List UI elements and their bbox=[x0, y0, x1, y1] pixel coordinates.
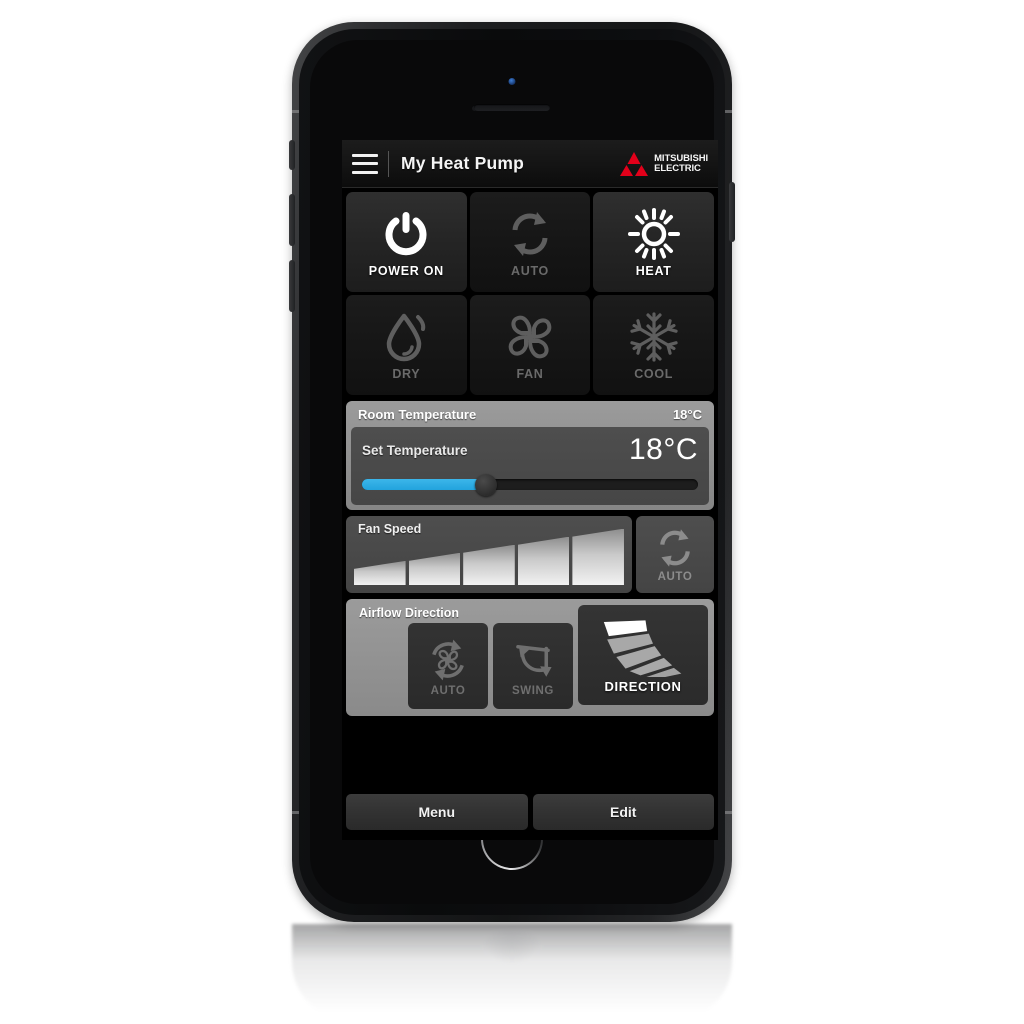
fan-speed-label: Fan Speed bbox=[358, 522, 422, 536]
auto-fan-cycle-icon bbox=[432, 639, 464, 680]
airflow-button-label: AUTO bbox=[430, 684, 466, 697]
app-screen: My Heat Pump MITSUBISHI ELECTRIC POWER O… bbox=[342, 140, 718, 840]
page-title: My Heat Pump bbox=[401, 153, 524, 173]
airflow-swing-button[interactable]: SWING bbox=[493, 623, 573, 709]
fan-speed-panel: Fan Speed bbox=[346, 516, 632, 593]
fan-speed-auto-button[interactable]: AUTO bbox=[636, 516, 714, 593]
volume-up-button[interactable] bbox=[289, 194, 295, 246]
mode-button-power-on[interactable]: POWER ON bbox=[346, 192, 467, 292]
swing-arrow-icon bbox=[516, 644, 552, 677]
footer-bar: Menu Edit bbox=[342, 786, 718, 840]
phone-reflection bbox=[292, 924, 732, 1020]
mitsubishi-electric-logo: MITSUBISHI ELECTRIC bbox=[619, 151, 710, 177]
snowflake-icon bbox=[628, 309, 680, 365]
phone-device: My Heat Pump MITSUBISHI ELECTRIC POWER O… bbox=[289, 22, 735, 922]
volume-down-button[interactable] bbox=[289, 260, 295, 312]
room-temperature-label: Room Temperature bbox=[358, 406, 477, 422]
fan-speed-bar[interactable] bbox=[517, 536, 570, 585]
menu-button[interactable]: Menu bbox=[346, 794, 528, 830]
mode-button-auto[interactable]: AUTO bbox=[469, 192, 591, 292]
auto-cycle-icon bbox=[660, 529, 690, 567]
mode-label: AUTO bbox=[510, 264, 549, 278]
water-drop-icon bbox=[380, 309, 432, 365]
auto-cycle-icon bbox=[504, 206, 556, 262]
slider-thumb[interactable] bbox=[475, 474, 498, 496]
vane-direction-icon bbox=[603, 620, 682, 677]
room-temperature-value: 18°C bbox=[672, 406, 702, 422]
mute-switch[interactable] bbox=[289, 140, 295, 170]
sun-icon bbox=[627, 206, 680, 262]
power-icon bbox=[380, 206, 432, 262]
fan-speed-bar[interactable] bbox=[463, 544, 515, 585]
fan-speed-bar[interactable] bbox=[572, 528, 624, 585]
temperature-slider[interactable] bbox=[362, 474, 698, 496]
temperature-panel: Room Temperature 18°C Set Temperature 18… bbox=[346, 401, 714, 510]
mode-label: COOL bbox=[634, 367, 674, 381]
slider-fill bbox=[362, 479, 487, 490]
reflection-highlight bbox=[482, 930, 542, 964]
screenshot-canvas: My Heat Pump MITSUBISHI ELECTRIC POWER O… bbox=[0, 0, 1024, 1024]
airflow-auto-button[interactable]: AUTO bbox=[408, 623, 488, 709]
room-temperature-row: Room Temperature 18°C bbox=[346, 401, 714, 427]
mode-label: DRY bbox=[392, 367, 421, 381]
phone-face: My Heat Pump MITSUBISHI ELECTRIC POWER O… bbox=[310, 40, 718, 904]
set-temperature-value: 18°C bbox=[628, 433, 698, 466]
phone-bezel: My Heat Pump MITSUBISHI ELECTRIC POWER O… bbox=[299, 29, 725, 915]
set-temperature-panel: Set Temperature 18°C bbox=[351, 427, 709, 505]
airflow-button-label: SWING bbox=[512, 684, 554, 697]
edit-button[interactable]: Edit bbox=[532, 794, 714, 830]
airflow-direction-button[interactable]: DIRECTION bbox=[578, 605, 708, 705]
mode-button-grid: POWER ON AUTO HEAT DRY FAN COOL bbox=[342, 190, 718, 395]
mitsubishi-diamonds-icon bbox=[620, 151, 649, 176]
mode-button-cool[interactable]: COOL bbox=[593, 295, 714, 395]
airflow-button-label: DIRECTION bbox=[604, 679, 682, 694]
power-button[interactable] bbox=[729, 182, 735, 242]
hamburger-menu-icon[interactable] bbox=[352, 153, 378, 174]
app-body: POWER ON AUTO HEAT DRY FAN COOL Room Tem… bbox=[342, 188, 718, 840]
mode-button-fan[interactable]: FAN bbox=[469, 295, 591, 395]
airflow-direction-panel: Airflow Direction AUTO SWING DIRECTION bbox=[346, 599, 714, 716]
mode-label: HEAT bbox=[635, 264, 672, 278]
fan-speed-bar[interactable] bbox=[408, 552, 461, 585]
mode-button-dry[interactable]: DRY bbox=[346, 295, 467, 395]
fan-speed-bar[interactable] bbox=[354, 560, 406, 585]
app-header: My Heat Pump MITSUBISHI ELECTRIC bbox=[342, 140, 718, 188]
earpiece-speaker bbox=[474, 104, 550, 111]
mode-label: POWER ON bbox=[368, 264, 444, 278]
brand-name-line2: ELECTRIC bbox=[654, 162, 701, 174]
mode-button-heat[interactable]: HEAT bbox=[593, 192, 714, 292]
header-divider bbox=[388, 150, 389, 177]
temperature-section: Room Temperature 18°C Set Temperature 18… bbox=[342, 395, 718, 510]
fan-speed-section: Fan Speed AUTO bbox=[342, 510, 718, 593]
front-camera-icon bbox=[508, 78, 516, 85]
set-temperature-label: Set Temperature bbox=[362, 442, 468, 458]
fan-auto-label: AUTO bbox=[657, 571, 693, 583]
fan-blades-icon bbox=[504, 309, 556, 365]
mode-label: FAN bbox=[516, 367, 544, 381]
